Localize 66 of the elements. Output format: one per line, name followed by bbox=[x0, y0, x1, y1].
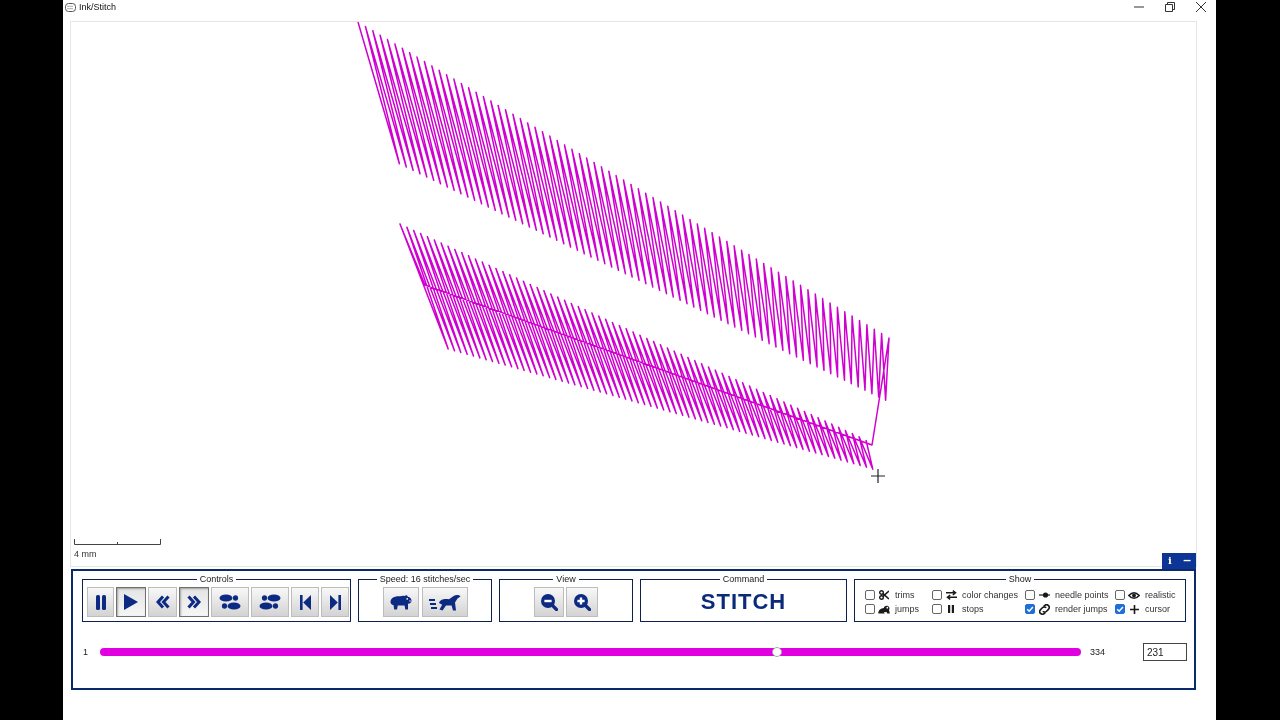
checkbox-label[interactable]: color changes bbox=[962, 589, 1019, 601]
running-animal-icon bbox=[428, 593, 461, 611]
group-label: Controls bbox=[198, 574, 235, 584]
restore-icon bbox=[1164, 2, 1175, 12]
pause-icon bbox=[948, 605, 954, 613]
eye-icon bbox=[1128, 590, 1140, 600]
rewind-button[interactable] bbox=[148, 587, 177, 617]
group-label: Speed: 16 stitches/sec bbox=[378, 574, 472, 584]
timeline-start-label: 1 bbox=[83, 646, 88, 658]
checkbox-label[interactable]: trims bbox=[895, 589, 915, 601]
group-label: Command bbox=[721, 574, 766, 584]
stitch-number-field[interactable]: 231 bbox=[1143, 643, 1187, 661]
group-label: View bbox=[555, 574, 577, 584]
play-icon bbox=[124, 594, 138, 610]
link-icon bbox=[1038, 603, 1050, 615]
plus-icon bbox=[1129, 604, 1139, 614]
footprints-icon bbox=[219, 594, 241, 610]
slider-thumb[interactable] bbox=[771, 647, 782, 657]
play-button[interactable] bbox=[116, 587, 146, 617]
double-chevron-left-icon bbox=[155, 595, 170, 609]
footprints-icon bbox=[259, 594, 281, 610]
slower-button[interactable] bbox=[382, 587, 419, 617]
scale-label: 4 mm bbox=[74, 549, 97, 560]
frog-icon bbox=[878, 604, 890, 614]
group-label: Show bbox=[1007, 574, 1033, 584]
checkbox[interactable] bbox=[1115, 604, 1125, 614]
checkbox-label[interactable]: needle points bbox=[1055, 589, 1109, 601]
timeline-slider[interactable] bbox=[100, 648, 1081, 656]
checkbox[interactable] bbox=[1025, 604, 1035, 614]
checkbox-label[interactable]: stops bbox=[962, 603, 984, 615]
checkbox[interactable] bbox=[932, 590, 942, 600]
step-back-button[interactable] bbox=[211, 587, 249, 617]
timeline-end-label: 334 bbox=[1090, 646, 1106, 658]
fast-forward-button[interactable] bbox=[179, 587, 209, 617]
collapse-button[interactable]: − bbox=[1178, 553, 1196, 569]
checkbox-label[interactable]: render jumps bbox=[1055, 603, 1108, 615]
zoom-out-icon bbox=[540, 593, 558, 611]
checkbox-label[interactable]: jumps bbox=[895, 603, 919, 615]
checkbox-label[interactable]: cursor bbox=[1145, 603, 1170, 615]
pause-button[interactable] bbox=[87, 587, 114, 617]
step-forward-button[interactable] bbox=[251, 587, 289, 617]
command-text: STITCH bbox=[700, 589, 787, 615]
info-button[interactable]: i bbox=[1162, 553, 1178, 569]
checkbox[interactable] bbox=[932, 604, 942, 614]
checkbox[interactable] bbox=[1025, 590, 1035, 600]
skip-to-start-button[interactable] bbox=[291, 587, 319, 617]
window-title: Ink/Stitch bbox=[79, 1, 116, 13]
hippo-icon bbox=[389, 594, 412, 610]
skip-to-end-button[interactable] bbox=[321, 587, 349, 617]
zoom-out-button[interactable] bbox=[534, 587, 564, 617]
faster-button[interactable] bbox=[421, 587, 468, 617]
close-icon bbox=[1195, 2, 1206, 12]
skip-end-icon bbox=[329, 594, 341, 610]
scissors-icon bbox=[879, 590, 889, 600]
pause-icon bbox=[95, 594, 106, 610]
skip-start-icon bbox=[299, 594, 311, 610]
checkbox-label[interactable]: realistic bbox=[1145, 589, 1176, 601]
line-dot-icon bbox=[1038, 592, 1050, 598]
checkbox[interactable] bbox=[1115, 590, 1125, 600]
checkbox[interactable] bbox=[865, 590, 875, 600]
double-chevron-right-icon bbox=[187, 595, 201, 609]
crosshair-icon bbox=[870, 468, 886, 484]
zoom-in-button[interactable] bbox=[566, 587, 598, 617]
checkbox[interactable] bbox=[865, 604, 875, 614]
zoom-in-icon bbox=[573, 593, 591, 611]
swap-arrows-icon bbox=[945, 590, 957, 600]
